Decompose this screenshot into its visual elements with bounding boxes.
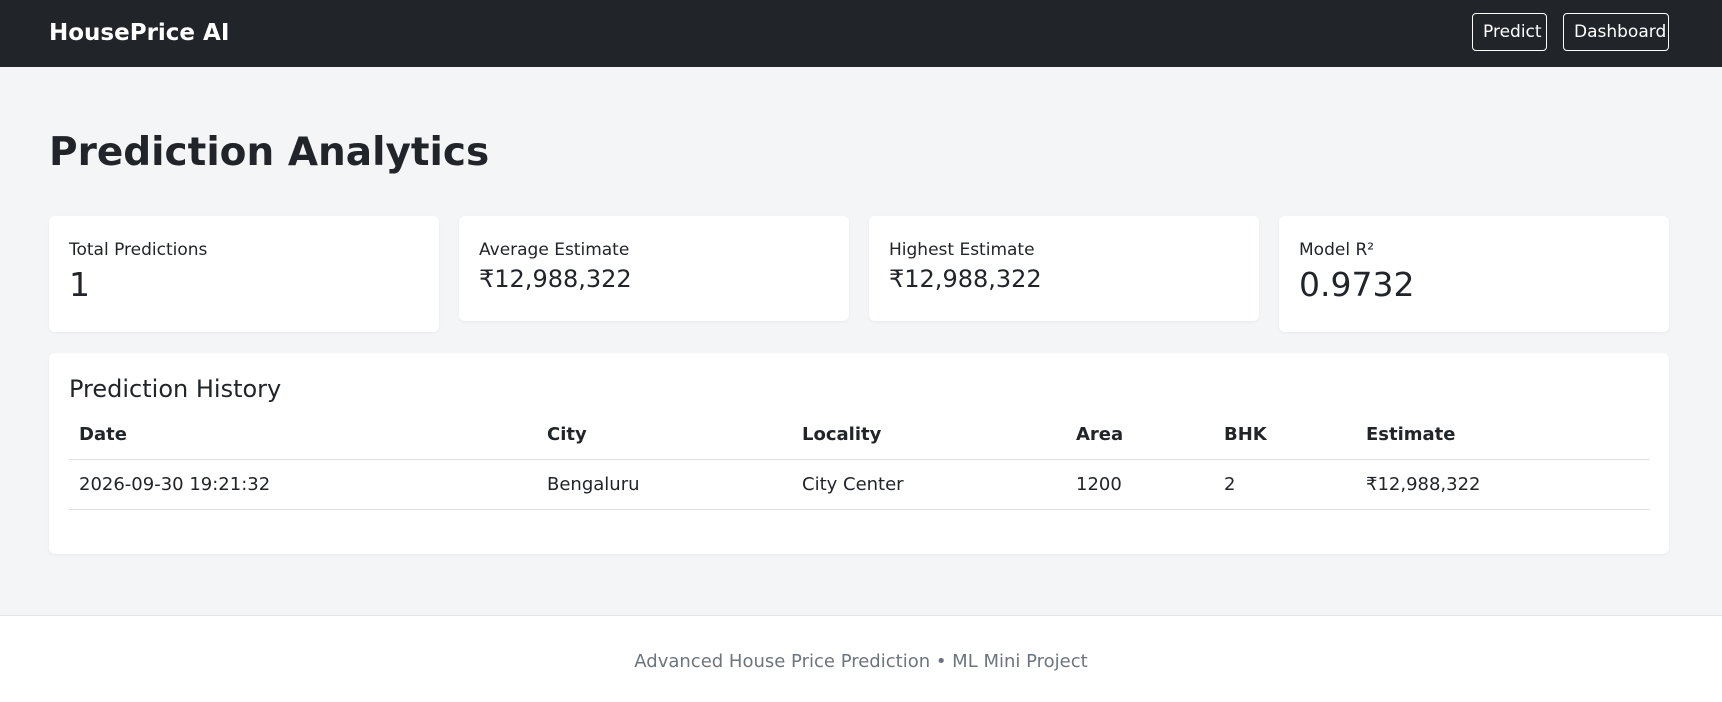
column-header-city: City (537, 419, 792, 460)
stat-card-highest-estimate: Highest Estimate ₹12,988,322 (869, 216, 1259, 321)
stat-label: Model R² (1299, 240, 1375, 260)
stat-label: Highest Estimate (889, 240, 1035, 260)
stat-card-model-r2: Model R² 0.9732 (1279, 216, 1669, 332)
column-header-area: Area (1066, 419, 1214, 460)
stat-value: ₹12,988,322 (889, 265, 1042, 293)
page-title: Prediction Analytics (49, 130, 490, 175)
prediction-history-title: Prediction History (69, 375, 282, 403)
cell-date: 2026-09-30 19:21:32 (69, 459, 537, 510)
cell-bhk: 2 (1214, 459, 1356, 510)
prediction-history-card: Prediction History Date City Locality Ar… (49, 353, 1669, 554)
column-header-locality: Locality (792, 419, 1066, 460)
cell-city: Bengaluru (537, 459, 792, 510)
page-footer: Advanced House Price Prediction • ML Min… (0, 615, 1722, 702)
cell-locality: City Center (792, 459, 1066, 510)
footer-text: Advanced House Price Prediction • ML Min… (634, 651, 1088, 672)
dashboard-nav-button[interactable]: Dashboard (1563, 13, 1669, 51)
cell-estimate: ₹12,988,322 (1356, 459, 1650, 510)
column-header-estimate: Estimate (1356, 419, 1650, 460)
stat-label: Average Estimate (479, 240, 630, 260)
main-content: Prediction Analytics Total Predictions 1… (0, 67, 1722, 615)
column-header-bhk: BHK (1214, 419, 1356, 460)
stat-value: ₹12,988,322 (479, 265, 632, 293)
stat-value: 1 (69, 265, 90, 304)
stat-label: Total Predictions (69, 240, 208, 260)
column-header-date: Date (69, 419, 537, 460)
stat-card-average-estimate: Average Estimate ₹12,988,322 (459, 216, 849, 321)
predict-nav-button[interactable]: Predict (1472, 13, 1547, 51)
table-row: 2026-09-30 19:21:32 Bengaluru City Cente… (69, 459, 1650, 510)
top-navbar: HousePrice AI Predict Dashboard (0, 0, 1722, 67)
prediction-history-table: Date City Locality Area BHK Estimate 202… (69, 419, 1650, 510)
brand-logo-text[interactable]: HousePrice AI (49, 17, 229, 49)
stat-value: 0.9732 (1299, 265, 1415, 304)
stat-card-total-predictions: Total Predictions 1 (49, 216, 439, 332)
table-header-row: Date City Locality Area BHK Estimate (69, 419, 1650, 460)
cell-area: 1200 (1066, 459, 1214, 510)
